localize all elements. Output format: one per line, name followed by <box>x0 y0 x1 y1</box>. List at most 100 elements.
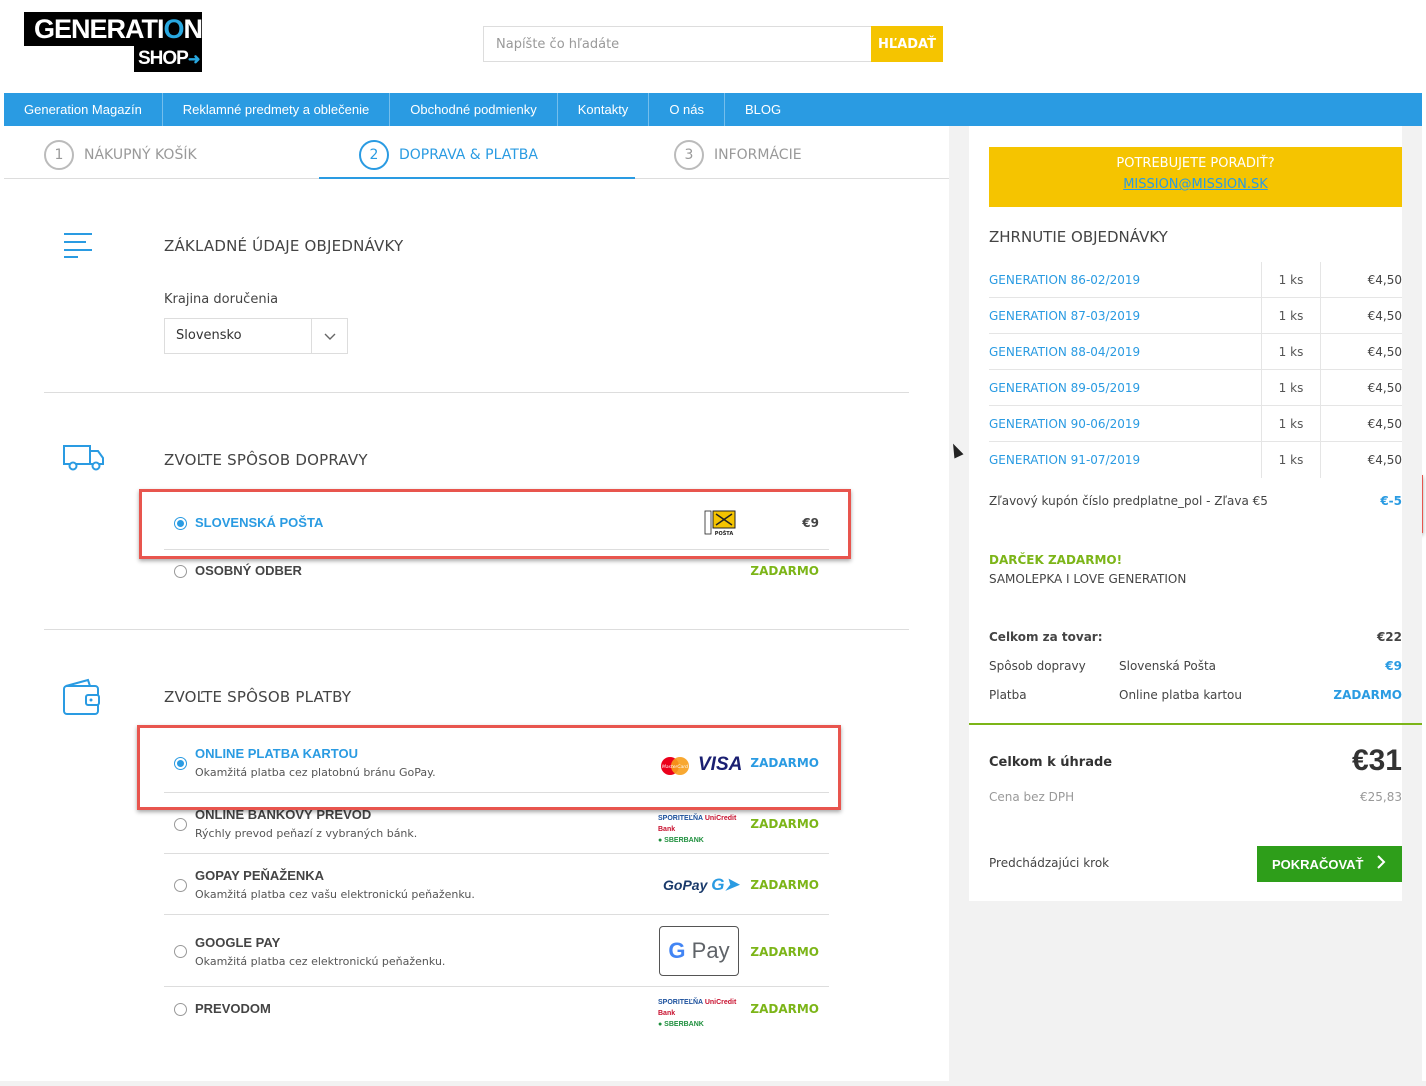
step-number: 2 <box>359 140 389 170</box>
item-qty: 1 ks <box>1261 405 1321 442</box>
table-row: GENERATION 91-07/2019 1 ks €4,50 <box>989 442 1402 478</box>
radio-button[interactable] <box>174 565 187 578</box>
item-price: €4,50 <box>1367 308 1402 323</box>
country-select[interactable]: Slovensko <box>164 318 348 354</box>
shipping-summary-label: Spôsob dopravy <box>989 659 1086 673</box>
country-select-value: Slovensko <box>176 328 242 343</box>
table-row: GENERATION 88-04/2019 1 ks €4,50 <box>989 333 1402 370</box>
item-qty: 1 ks <box>1261 333 1321 370</box>
divider <box>44 629 909 630</box>
step-label: NÁKUPNÝ KOŠÍK <box>84 147 197 163</box>
nav-item-o-nas[interactable]: O nás <box>649 93 725 126</box>
payment-summary-label: Platba <box>989 688 1027 702</box>
shipping-summary-value: €9 <box>1385 659 1402 673</box>
search-button[interactable]: HĽADAŤ <box>871 26 943 62</box>
item-price: €4,50 <box>1367 380 1402 395</box>
payment-summary-method: Online platba kartou <box>1119 688 1242 702</box>
gift-title: DARČEK ZADARMO! <box>989 553 1123 567</box>
item-name-link[interactable]: GENERATION 86-02/2019 <box>989 273 1261 287</box>
payment-summary-row: Platba Online platba kartou ZADARMO <box>989 688 1402 702</box>
radio-button[interactable] <box>174 945 187 958</box>
item-price: €4,50 <box>1367 453 1402 467</box>
payment-option-gopay-wallet[interactable]: GOPAY PEŇAŽENKA Okamžitá platba cez vašu… <box>164 854 829 915</box>
gift-item: SAMOLEPKA I LOVE GENERATION <box>989 572 1187 586</box>
bank-logos: SPORITEĽŇA UniCredit Bank ● SBERBANK <box>658 999 737 1028</box>
search-input[interactable] <box>483 26 871 62</box>
nav-item-blog[interactable]: BLOG <box>725 93 801 126</box>
payment-option-desc: Okamžitá platba cez elektronickú peňažen… <box>195 955 446 968</box>
step-cart[interactable]: 1 NÁKUPNÝ KOŠÍK <box>44 140 197 170</box>
nav-item-reklamne-predmety[interactable]: Reklamné predmety a oblečenie <box>163 93 391 126</box>
payment-option-google-pay[interactable]: GOOGLE PAY Okamžitá platba cez elektroni… <box>164 915 829 987</box>
item-qty: 1 ks <box>1261 297 1321 334</box>
logo-shop: SHOP➜ <box>134 46 202 72</box>
gopay-logo: GoPay G➤ <box>663 875 739 894</box>
item-qty: 1 ks <box>1261 261 1321 298</box>
checkout-steps: 1 NÁKUPNÝ KOŠÍK 2 DOPRAVA & PLATBA 3 INF… <box>4 126 949 179</box>
payment-option-price: ZADARMO <box>750 1002 819 1016</box>
item-qty: 1 ks <box>1261 442 1321 478</box>
coupon-row: Zľavový kupón číslo predplatne_pol - Zľa… <box>989 494 1402 508</box>
shipping-summary-method: Slovenská Pošta <box>1119 659 1217 673</box>
nav-item-kontakty[interactable]: Kontakty <box>558 93 650 126</box>
step-number: 3 <box>674 140 704 170</box>
step-label: INFORMÁCIE <box>714 147 802 163</box>
no-vat-value: €25,83 <box>1360 790 1402 804</box>
nav-item-obchodne-podmienky[interactable]: Obchodné podmienky <box>390 93 558 126</box>
table-row: GENERATION 89-05/2019 1 ks €4,50 <box>989 369 1402 406</box>
payment-option-name: PREVODOM <box>195 1001 271 1016</box>
payment-option-name: GOOGLE PAY <box>195 935 281 950</box>
logo-generation: GENERATION <box>24 12 203 46</box>
payment-option-price: ZADARMO <box>750 878 819 892</box>
no-vat-label: Cena bez DPH <box>989 790 1075 804</box>
payment-option-price: ZADARMO <box>750 817 819 831</box>
shipping-option-name: OSOBNÝ ODBER <box>195 563 302 578</box>
active-step-underline <box>319 177 635 179</box>
item-price: €4,50 <box>1367 416 1402 431</box>
goods-total-row: Celkom za tovar: €22 <box>989 630 1402 644</box>
coupon-value: €-5 <box>1380 494 1402 508</box>
radio-button[interactable] <box>174 1003 187 1016</box>
item-name-link[interactable]: GENERATION 89-05/2019 <box>989 381 1261 395</box>
coupon-label: Zľavový kupón číslo predplatne_pol - Zľa… <box>989 494 1268 508</box>
payment-option-name: GOPAY PEŇAŽENKA <box>195 868 325 883</box>
item-name-link[interactable]: GENERATION 90-06/2019 <box>989 417 1261 431</box>
previous-step-link[interactable]: Predchádzajúci krok <box>989 856 1109 870</box>
highlight-box-payment <box>137 725 841 810</box>
shipping-summary-row: Spôsob dopravy Slovenská Pošta €9 <box>989 659 1402 673</box>
item-name-link[interactable]: GENERATION 87-03/2019 <box>989 309 1261 323</box>
total-value: €31 <box>1351 744 1402 777</box>
step-shipping-payment[interactable]: 2 DOPRAVA & PLATBA <box>359 140 538 170</box>
total-divider <box>969 723 1422 725</box>
help-box: POTREBUJETE PORADIŤ? MISSION@MISSION.SK <box>989 147 1402 207</box>
payment-option-prevodom[interactable]: PREVODOM SPORITEĽŇA UniCredit Bank ● SBER… <box>164 987 829 1031</box>
chevron-down-icon <box>311 319 347 353</box>
main-nav: Generation Magazín Reklamné predmety a o… <box>4 93 1422 126</box>
highlight-box-shipping <box>139 489 851 559</box>
payment-option-desc: Okamžitá platba cez vašu elektronickú pe… <box>195 888 475 901</box>
payment-summary-value: ZADARMO <box>1333 688 1402 702</box>
radio-button[interactable] <box>174 879 187 892</box>
page-bottom <box>0 1081 1426 1086</box>
order-items-table: GENERATION 86-02/2019 1 ks €4,50 GENERAT… <box>989 261 1402 478</box>
item-name-link[interactable]: GENERATION 91-07/2019 <box>989 453 1261 467</box>
step-label: DOPRAVA & PLATBA <box>399 147 538 163</box>
menu-lines-icon <box>62 230 94 262</box>
step-information[interactable]: 3 INFORMÁCIE <box>674 140 802 170</box>
total-label: Celkom k úhrade <box>989 755 1113 770</box>
continue-button[interactable]: POKRAČOVAŤ <box>1257 846 1402 882</box>
item-price: €4,50 <box>1367 272 1402 287</box>
google-pay-logo: G Pay <box>659 926 739 976</box>
generation-shop-logo[interactable]: GENERATION SHOP➜ <box>24 12 203 72</box>
radio-button[interactable] <box>174 818 187 831</box>
item-name-link[interactable]: GENERATION 88-04/2019 <box>989 345 1261 359</box>
country-label: Krajina doručenia <box>164 292 279 307</box>
table-row: GENERATION 90-06/2019 1 ks €4,50 <box>989 405 1402 442</box>
nav-item-magazin[interactable]: Generation Magazín <box>4 93 163 126</box>
shipping-title: ZVOĽTE SPÔSOB DOPRAVY <box>164 451 368 469</box>
table-row: GENERATION 87-03/2019 1 ks €4,50 <box>989 297 1402 334</box>
item-price: €4,50 <box>1367 344 1402 359</box>
help-email-link[interactable]: MISSION@MISSION.SK <box>989 177 1402 192</box>
checkout-main: 1 NÁKUPNÝ KOŠÍK 2 DOPRAVA & PLATBA 3 INF… <box>4 126 949 1081</box>
step-number: 1 <box>44 140 74 170</box>
